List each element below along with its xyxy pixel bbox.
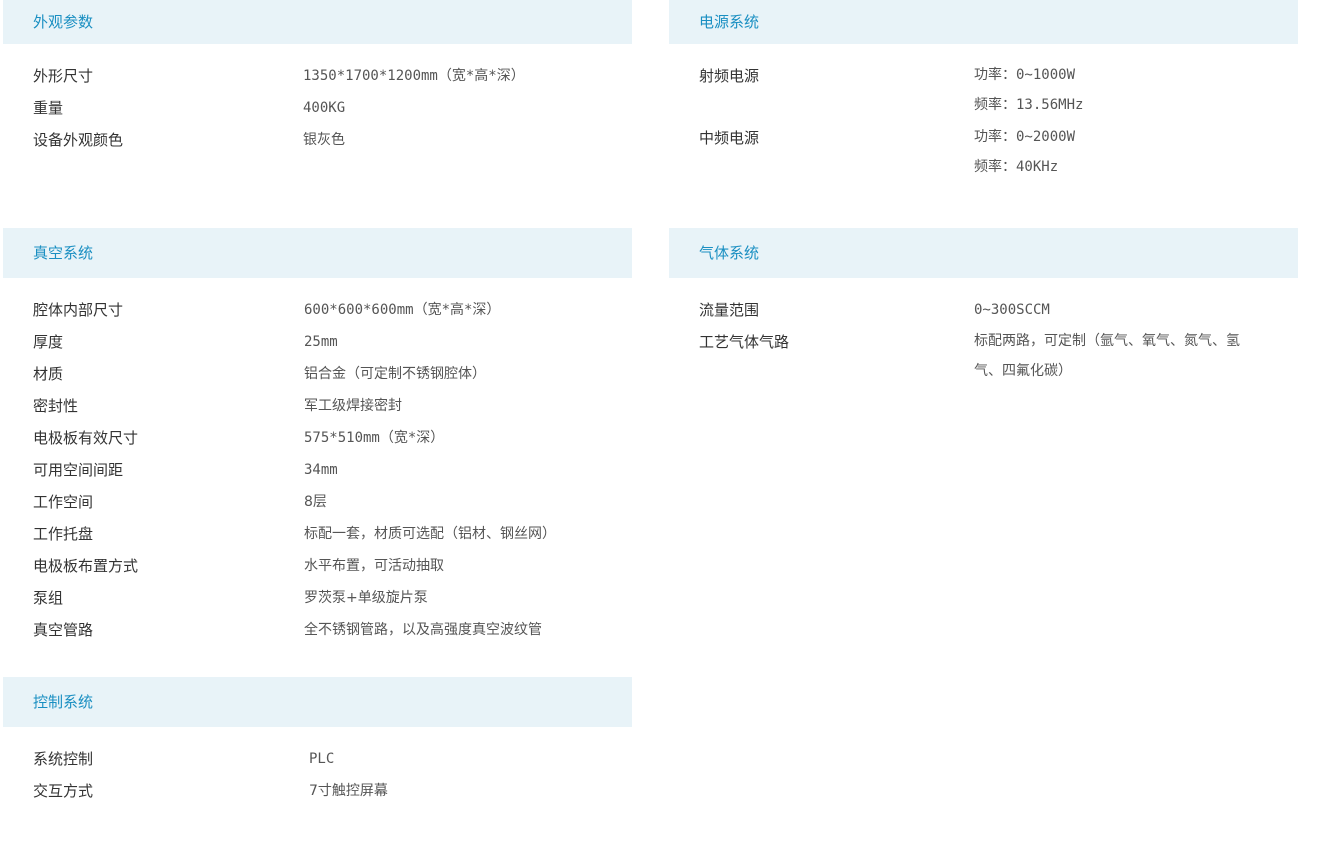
spec-value: 军工级焊接密封 [304,398,402,414]
spec-value-line: 标配两路，可定制（氩气、氧气、氮气、氢 [974,333,1240,349]
spec-value: 功率：0~1000W 频率：13.56MHz [974,60,1083,120]
spec-value-line: 频率：40KHz [974,159,1059,175]
spec-value-line: 功率：0~1000W [974,67,1076,83]
spec-value-line: 气、四氟化碳） [974,363,1072,379]
spec-row: 中频电源 功率：0~2000W 频率：40KHz [669,122,1298,184]
control-section: 控制系统 系统控制 PLC 交互方式 7寸触控屏幕 [3,677,632,807]
spec-list: 腔体内部尺寸 600*600*600mm（宽*高*深） 厚度 25mm 材质 铝… [3,278,632,646]
section-title: 气体系统 [669,228,1298,278]
spec-row: 电极板有效尺寸 575*510mm（宽*深） [3,422,632,454]
power-section: 电源系统 射频电源 功率：0~1000W 频率：13.56MHz 中频电源 功率… [669,0,1298,184]
spec-value: 0~300SCCM [974,302,1050,318]
spec-value: 7寸触控屏幕 [309,783,388,799]
spec-value: 34mm [304,462,338,478]
spec-value: 罗茨泵+单级旋片泵 [304,590,428,606]
spec-row: 工艺气体气路 标配两路，可定制（氩气、氧气、氮气、氢 气、四氟化碳） [669,326,1298,388]
spec-label: 真空管路 [33,621,94,639]
spec-label: 外形尺寸 [33,67,94,85]
spec-row: 交互方式 7寸触控屏幕 [3,775,632,807]
spec-label: 电极板布置方式 [33,557,139,575]
spec-row: 真空管路 全不锈钢管路，以及高强度真空波纹管 [3,614,632,646]
section-title: 电源系统 [669,0,1298,44]
spec-value: 600*600*600mm（宽*高*深） [304,302,501,318]
spec-label: 密封性 [33,397,79,415]
spec-label: 射频电源 [699,67,760,85]
spec-row: 设备外观颜色 银灰色 [3,124,632,156]
spec-list: 系统控制 PLC 交互方式 7寸触控屏幕 [3,727,632,807]
spec-row: 流量范围 0~300SCCM [669,294,1298,326]
spec-label: 工作空间 [33,493,94,511]
spec-value: 铝合金（可定制不锈钢腔体） [304,366,486,382]
spec-label: 厚度 [33,333,64,351]
spec-value: 25mm [304,334,338,350]
spec-value: 标配一套，材质可选配（铝材、钢丝网） [304,526,556,542]
spec-label: 泵组 [33,589,64,607]
spec-row: 泵组 罗茨泵+单级旋片泵 [3,582,632,614]
spec-value-line: 功率：0~2000W [974,129,1076,145]
spec-value: 水平布置，可活动抽取 [304,558,444,574]
spec-label: 流量范围 [699,301,760,319]
spec-value: 1350*1700*1200mm（宽*高*深） [303,68,525,84]
spec-label: 工作托盘 [33,525,94,543]
spec-value: 400KG [303,100,346,116]
spec-value: 银灰色 [303,132,345,148]
spec-value: 575*510mm（宽*深） [304,430,445,446]
spec-list: 射频电源 功率：0~1000W 频率：13.56MHz 中频电源 功率：0~20… [669,44,1298,184]
spec-row: 厚度 25mm [3,326,632,358]
spec-row: 工作空间 8层 [3,486,632,518]
spec-label: 交互方式 [33,782,94,800]
gas-section: 气体系统 流量范围 0~300SCCM 工艺气体气路 标配两路，可定制（氩气、氧… [669,228,1298,388]
vacuum-section: 真空系统 腔体内部尺寸 600*600*600mm（宽*高*深） 厚度 25mm… [3,228,632,646]
appearance-section: 外观参数 外形尺寸 1350*1700*1200mm（宽*高*深） 重量 400… [3,0,632,156]
spec-row: 重量 400KG [3,92,632,124]
spec-row: 材质 铝合金（可定制不锈钢腔体） [3,358,632,390]
spec-row: 可用空间间距 34mm [3,454,632,486]
section-title: 控制系统 [3,677,632,727]
section-title: 真空系统 [3,228,632,278]
spec-row: 工作托盘 标配一套，材质可选配（铝材、钢丝网） [3,518,632,550]
spec-row: 腔体内部尺寸 600*600*600mm（宽*高*深） [3,294,632,326]
spec-row: 系统控制 PLC [3,743,632,775]
spec-row: 密封性 军工级焊接密封 [3,390,632,422]
spec-value: 功率：0~2000W 频率：40KHz [974,122,1075,182]
spec-value: PLC [309,751,335,767]
spec-label: 可用空间间距 [33,461,124,479]
spec-label: 设备外观颜色 [33,131,124,149]
spec-list: 流量范围 0~300SCCM 工艺气体气路 标配两路，可定制（氩气、氧气、氮气、… [669,278,1298,388]
spec-label: 材质 [33,365,64,383]
spec-label: 腔体内部尺寸 [33,301,124,319]
spec-row: 射频电源 功率：0~1000W 频率：13.56MHz [669,60,1298,122]
spec-label: 系统控制 [33,750,94,768]
spec-label: 重量 [33,99,64,117]
spec-row: 电极板布置方式 水平布置，可活动抽取 [3,550,632,582]
spec-label: 工艺气体气路 [699,333,790,351]
spec-row: 外形尺寸 1350*1700*1200mm（宽*高*深） [3,60,632,92]
spec-value: 全不锈钢管路，以及高强度真空波纹管 [304,622,542,638]
section-title: 外观参数 [3,0,632,44]
spec-label: 中频电源 [699,129,760,147]
spec-value-line: 频率：13.56MHz [974,97,1084,113]
spec-list: 外形尺寸 1350*1700*1200mm（宽*高*深） 重量 400KG 设备… [3,44,632,156]
spec-value: 标配两路，可定制（氩气、氧气、氮气、氢 气、四氟化碳） [974,326,1284,386]
spec-label: 电极板有效尺寸 [33,429,139,447]
spec-value: 8层 [304,494,327,510]
